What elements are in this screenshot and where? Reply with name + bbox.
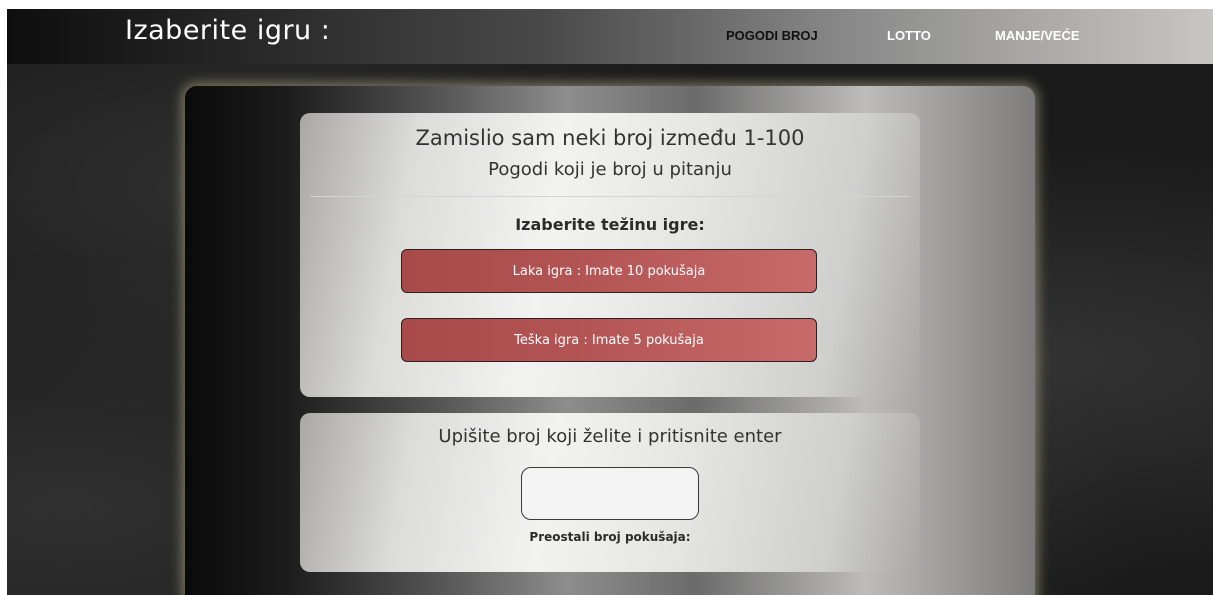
divider [310, 196, 910, 197]
game-setup-card: Zamislio sam neki broj između 1-100 Pogo… [300, 113, 920, 397]
brand-title: Izaberite igru : [125, 15, 331, 46]
top-navbar: Izaberite igru : POGODI BROJ LOTTO MANJE… [7, 9, 1213, 64]
hard-game-button[interactable]: Teška igra : Imate 5 pokušaja [401, 318, 817, 362]
difficulty-label: Izaberite težinu igre: [515, 215, 705, 234]
game-title: Zamislio sam neki broj između 1-100 [415, 126, 805, 150]
page-background: Izaberite igru : POGODI BROJ LOTTO MANJE… [7, 9, 1213, 595]
guess-input[interactable] [521, 467, 699, 520]
easy-game-button[interactable]: Laka igra : Imate 10 pokušaja [401, 249, 817, 293]
remaining-attempts-label: Preostali broj pokušaja: [529, 530, 691, 544]
nav-lotto[interactable]: LOTTO [887, 28, 931, 43]
nav-manje-vece[interactable]: MANJE/VEĆE [995, 28, 1080, 43]
game-container: Zamislio sam neki broj između 1-100 Pogo… [185, 86, 1035, 595]
game-subtitle: Pogodi koji je broj u pitanju [488, 159, 732, 180]
nav-pogodi-broj[interactable]: POGODI BROJ [726, 28, 818, 43]
guess-card: Upišite broj koji želite i pritisnite en… [300, 413, 920, 572]
guess-prompt: Upišite broj koji želite i pritisnite en… [438, 426, 782, 447]
